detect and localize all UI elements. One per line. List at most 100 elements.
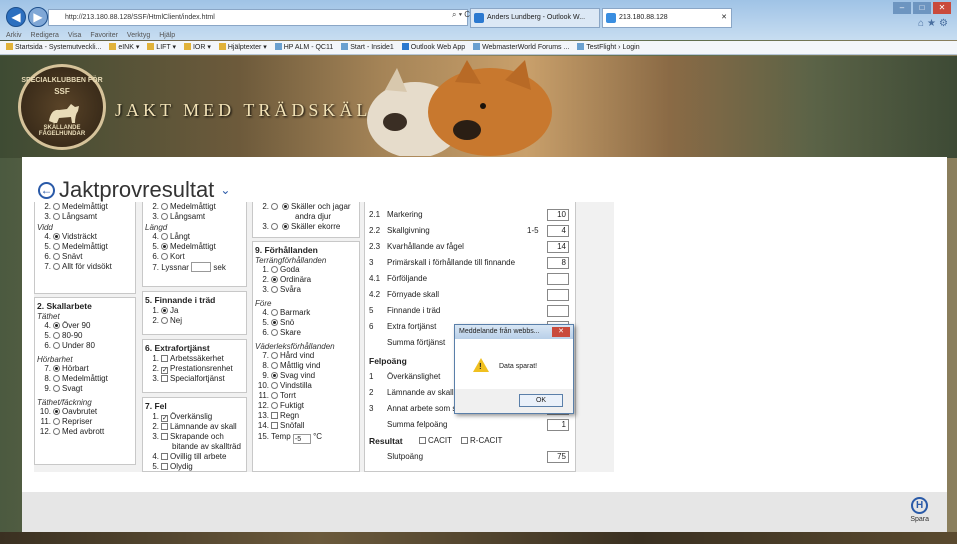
option-medelmattigt[interactable]: 5. Medelmåttigt (37, 242, 135, 252)
option-oavbrutet[interactable]: 10. Oavbrutet (37, 407, 135, 417)
option-vidstrackt[interactable]: 4. Vidsträckt (37, 232, 135, 242)
minimize-icon[interactable]: – (893, 2, 911, 14)
browser-toolbar-icons[interactable]: ⌂★⚙ (918, 18, 951, 29)
fel-sum-input[interactable]: 1 (547, 419, 569, 431)
slutpoang-input[interactable]: 75 (547, 451, 569, 463)
option-ordinara[interactable]: 2. Ordinära (255, 275, 359, 285)
save-button[interactable]: H Spara (910, 497, 929, 523)
option-mattlig-vind[interactable]: 8. Måttlig vind (255, 361, 359, 371)
option-medelmattigt[interactable]: 2. Medelmåttigt (145, 202, 246, 212)
option-over-90[interactable]: 4. Över 90 (37, 321, 135, 331)
back-circle-icon[interactable]: ← (38, 182, 55, 199)
option-svag-vind[interactable]: 9. Svag vind (255, 371, 359, 381)
check-rcacit[interactable]: R-CACIT (461, 434, 502, 448)
back-icon[interactable]: ◀ (6, 7, 26, 27)
tab-outlook[interactable]: Anders Lundberg - Outlook W... (470, 8, 600, 28)
option-snavt[interactable]: 6. Snävt (37, 252, 135, 262)
favorite-item[interactable]: Startsida - Systemutveckli... (6, 41, 101, 54)
dialog-close-icon[interactable]: ✕ (552, 327, 570, 337)
option-allt-for-vidsokt[interactable]: 7. Allt för vidsökt (37, 262, 135, 272)
maximize-icon[interactable]: □ (913, 2, 931, 14)
option-nej[interactable]: 2. Nej (145, 316, 246, 326)
temp-input[interactable]: -5 (292, 434, 311, 444)
address-controls[interactable]: ⌕ ▾ C (452, 10, 470, 20)
skallarbete-section: 2. Skallarbete Täthet 4. Över 90 5. 80-90 … (34, 297, 136, 465)
check-cacit[interactable]: CACIT (419, 434, 452, 448)
option-skaller-och-jagar[interactable]: 2. Skäller och jagar (255, 202, 359, 212)
option-ja[interactable]: 1. Ja (145, 306, 246, 316)
forward-icon[interactable]: ▶ (28, 7, 48, 27)
score-input[interactable] (547, 305, 569, 317)
folder-icon (183, 43, 191, 50)
favorite-item[interactable]: Outlook Web App (401, 41, 465, 54)
option-skare[interactable]: 6. Skare (255, 328, 359, 338)
option-barmark[interactable]: 4. Barmark (255, 308, 359, 318)
score-input[interactable]: 14 (547, 241, 569, 253)
lyssnar-input[interactable] (191, 262, 212, 272)
option-medelmattigt[interactable]: 2. Medelmåttigt (37, 202, 135, 212)
menu-arkiv[interactable]: Arkiv (6, 32, 22, 39)
address-bar[interactable]: http://213.180.88.128/SSF/HtmlClient/ind… (48, 9, 468, 26)
option-langt[interactable]: 4. Långt (145, 232, 246, 242)
favorite-item[interactable]: HP ALM - QC11 (274, 41, 333, 54)
option-kort[interactable]: 6. Kort (145, 252, 246, 262)
favorite-item[interactable]: WebmasterWorld Forums ... (473, 41, 569, 54)
favorite-item[interactable]: Start - Inside1 (341, 41, 394, 54)
club-logo[interactable]: SPECIALKLUBBEN FÖR SSF SKÄLLANDE FÅGELHU… (18, 64, 106, 150)
option-medelmattigt[interactable]: 5. Medelmåttigt (145, 242, 246, 252)
check-snofall[interactable]: 14. Snöfall (255, 421, 359, 431)
favorite-item[interactable]: LIFT ▾ (147, 41, 176, 54)
option-skaller-ekorre[interactable]: 3. Skäller ekorre (255, 222, 359, 232)
check-lamnande-av-skall[interactable]: 2. Lämnande av skall (145, 422, 246, 432)
favorite-item[interactable]: Hjälptexter ▾ (218, 41, 267, 54)
option-langsamt[interactable]: 3. Långsamt (145, 212, 246, 222)
menu-hjalp[interactable]: Hjälp (159, 32, 175, 39)
tab-active[interactable]: 213.180.88.128 ✕ (602, 8, 732, 28)
check-overkanslig[interactable]: 1. ✓ Överkänslig (145, 412, 246, 422)
option-line2: andra djur (295, 212, 332, 221)
check-regn[interactable]: 13. Regn (255, 411, 359, 421)
outlook-icon (401, 43, 409, 50)
score-input[interactable]: 10 (547, 209, 569, 221)
extrafortjanst-section: 6. Extrafortjänst 1. Arbetssäkerhet 2. ✓ Pr… (142, 339, 247, 393)
option-sno[interactable]: 5. Snö (255, 318, 359, 328)
option-svara[interactable]: 3. Svåra (255, 285, 359, 295)
menu-redigera[interactable]: Redigera (31, 32, 59, 39)
option-fuktigt[interactable]: 12. Fuktigt (255, 401, 359, 411)
check-olydig[interactable]: 5. Olydig (145, 462, 246, 472)
resultat-title: Resultat (369, 436, 403, 446)
warning-mark-icon: ! (479, 362, 482, 371)
option-repriser[interactable]: 11. Repriser (37, 417, 135, 427)
chevron-down-icon[interactable]: ⌄ (220, 183, 230, 197)
option-vindstilla[interactable]: 10. Vindstilla (255, 381, 359, 391)
option-horbart[interactable]: 7. Hörbart (37, 364, 135, 374)
score-input[interactable] (547, 289, 569, 301)
check-arbetssakerhet[interactable]: 1. Arbetssäkerhet (145, 354, 246, 364)
option-hard-vind[interactable]: 7. Hård vind (255, 351, 359, 361)
check-ovillig[interactable]: 4. Ovillig till arbete (145, 452, 246, 462)
check-specialfortjanst[interactable]: 3. Specialfortjänst (145, 374, 246, 384)
option-langsamt[interactable]: 3. Långsamt (37, 212, 135, 222)
option-med-avbrott[interactable]: 12. Med avbrott (37, 427, 135, 437)
favorite-item[interactable]: TestFlight › Login (577, 41, 640, 54)
menu-visa[interactable]: Visa (68, 32, 82, 39)
score-input[interactable]: 4 (547, 225, 569, 237)
favorite-item[interactable]: eINK ▾ (109, 41, 139, 54)
option-goda[interactable]: 1. Goda (255, 265, 359, 275)
speed-length-section: 2. Medelmåttigt 3. Långsamt Längd 4. Långt … (142, 202, 247, 287)
score-input[interactable]: 8 (547, 257, 569, 269)
option-torrt[interactable]: 11. Torrt (255, 391, 359, 401)
menu-favoriter[interactable]: Favoriter (90, 32, 118, 39)
check-skrapande[interactable]: 3. Skrapande och (145, 432, 246, 442)
favorite-item[interactable]: IOR ▾ (183, 41, 211, 54)
close-window-icon[interactable]: ✕ (933, 2, 951, 14)
ok-button[interactable]: OK (519, 394, 563, 407)
close-tab-icon[interactable]: ✕ (721, 9, 727, 27)
option-80-90[interactable]: 5. 80-90 (37, 331, 135, 341)
check-prestationsrenhet[interactable]: 2. ✓ Prestationsrenhet (145, 364, 246, 374)
option-under-80[interactable]: 6. Under 80 (37, 341, 135, 351)
score-input[interactable] (547, 273, 569, 285)
menu-verktyg[interactable]: Verktyg (127, 32, 150, 39)
option-medelmattigt[interactable]: 8. Medelmåttigt (37, 374, 135, 384)
option-svagt[interactable]: 9. Svagt (37, 384, 135, 394)
